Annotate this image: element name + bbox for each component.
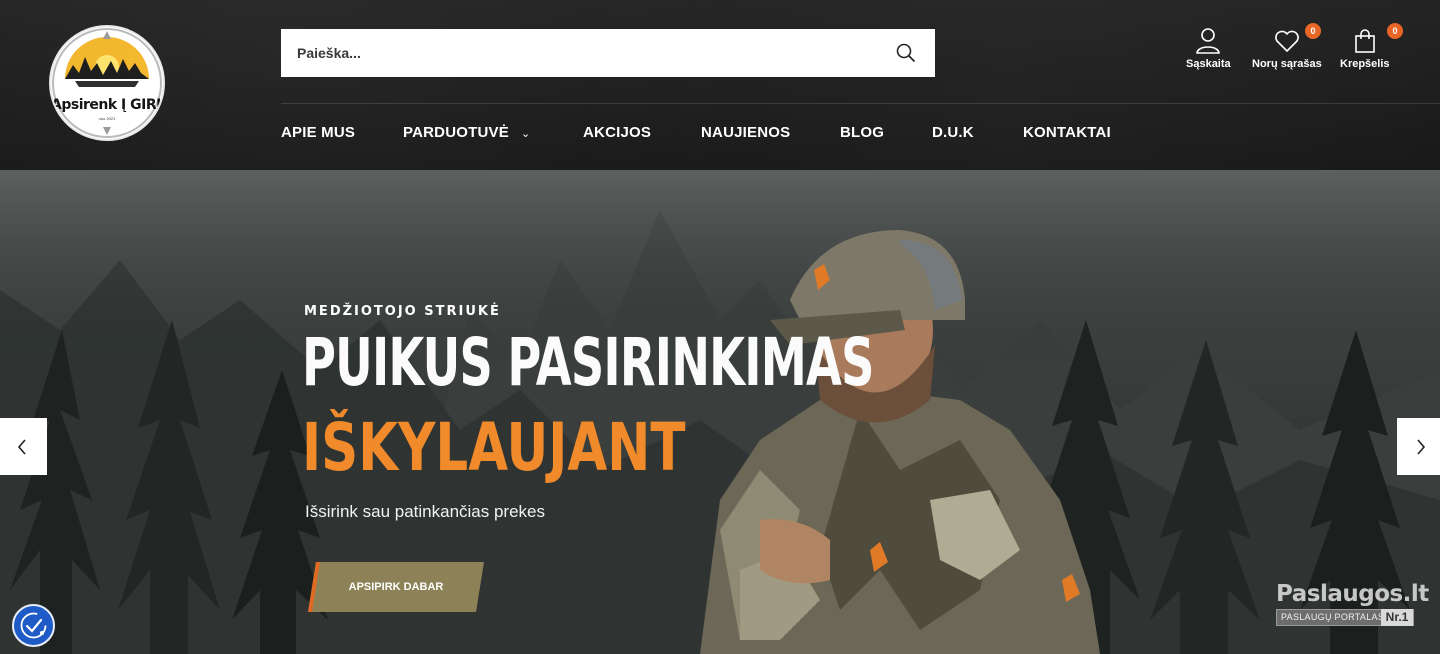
search-input[interactable]: [281, 29, 881, 77]
watermark-bar: PASLAUGŲ PORTALAS Nr.1: [1276, 609, 1414, 626]
search-bar: [281, 29, 935, 77]
account-link[interactable]: Sąskaita: [1186, 26, 1231, 70]
logo-subtext: nuo 2021: [98, 116, 116, 121]
nav-item-kontaktai[interactable]: KONTAKTAI: [1023, 124, 1111, 141]
site-logo[interactable]: Apsirenk Į GIRIĄ nuo 2021: [49, 25, 165, 141]
account-label: Sąskaita: [1186, 58, 1231, 70]
nav-item-akcijos[interactable]: AKCIJOS: [583, 124, 651, 141]
shopping-bag-icon: [1354, 29, 1375, 53]
slider-prev-button[interactable]: [0, 418, 47, 475]
wishlist-link[interactable]: Norų sąrašas 0: [1252, 23, 1322, 70]
nav-item-parduotuve[interactable]: PARDUOTUVĖ: [403, 124, 509, 141]
shop-now-button[interactable]: APSIPIRK DABAR: [308, 562, 484, 612]
search-button[interactable]: [895, 42, 917, 64]
cart-link[interactable]: Krepšelis 0: [1340, 23, 1403, 70]
heart-icon: [1274, 30, 1299, 52]
wishlist-label: Norų sąrašas: [1252, 58, 1322, 70]
hero-slider: MEDŽIOTOJO STRIUKĖ PUIKUS PASIRINKIMAS I…: [0, 170, 1440, 654]
watermark-subtitle: PASLAUGŲ PORTALAS: [1281, 612, 1385, 622]
slider-next-button[interactable]: [1397, 418, 1440, 475]
hero-headline-line2: IŠKYLAUJANT: [302, 409, 686, 486]
nav-item-naujienos[interactable]: NAUJIENOS: [701, 124, 790, 141]
hero-subtitle: Išsirink sau patinkančias prekes: [305, 502, 546, 521]
hero-background-image: [0, 170, 1440, 654]
search-icon: [896, 43, 915, 62]
hero-eyebrow: MEDŽIOTOJO STRIUKĖ: [304, 304, 501, 319]
paslaugos-watermark: Paslaugos.lt PASLAUGŲ PORTALAS Nr.1: [1276, 581, 1429, 626]
shop-now-label: APSIPIRK DABAR: [348, 581, 444, 593]
nav-item-apie-mus[interactable]: APIE MUS: [281, 124, 355, 141]
site-header: Apsirenk Į GIRIĄ nuo 2021 Sąskaita Norų …: [0, 0, 1440, 170]
cart-count-badge: 0: [1387, 23, 1403, 39]
logo-text: Apsirenk Į GIRIĄ: [51, 97, 165, 113]
wishlist-count-badge: 0: [1305, 23, 1321, 39]
nav-item-blog[interactable]: BLOG: [840, 124, 884, 141]
hero-headline-line1: PUIKUS PASIRINKIMAS: [302, 324, 874, 401]
accessibility-icon: [20, 612, 47, 639]
chevron-left-icon: [17, 439, 26, 455]
accessibility-button[interactable]: [12, 604, 55, 647]
chevron-down-icon[interactable]: ⌄: [521, 127, 530, 140]
watermark-title: Paslaugos.lt: [1276, 581, 1429, 607]
logo-emblem: [52, 28, 162, 138]
user-icon: [1196, 28, 1221, 54]
watermark-rank: Nr.1: [1381, 609, 1413, 626]
header-divider: [281, 103, 1440, 104]
cart-label: Krepšelis: [1340, 58, 1390, 70]
chevron-right-icon: [1417, 439, 1426, 455]
nav-item-duk[interactable]: D.U.K: [932, 124, 974, 141]
